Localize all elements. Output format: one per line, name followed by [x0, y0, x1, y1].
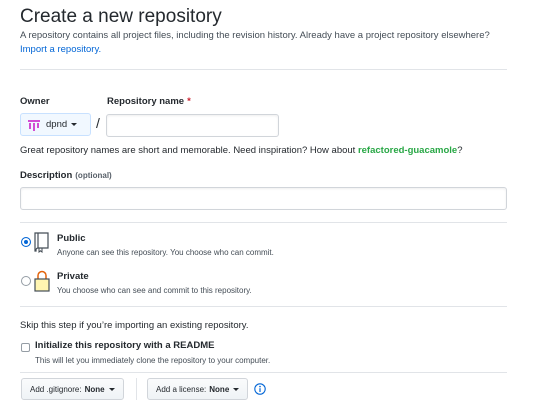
owner-avatar — [28, 119, 40, 131]
import-repository-link[interactable]: Import a repository. — [20, 44, 101, 55]
readme-label[interactable]: Initialize this repository with a README — [35, 340, 214, 351]
private-note: You choose who can see and commit to thi… — [57, 286, 252, 295]
license-value: None — [209, 384, 230, 394]
skip-step-text: Skip this step if you’re importing an ex… — [20, 320, 249, 331]
repository-name-help-text: Great repository names are short and mem… — [20, 145, 356, 156]
description-label-text: Description — [20, 170, 73, 181]
divider — [20, 69, 507, 70]
description-text: A repository contains all project files,… — [20, 30, 490, 41]
readme-note: This will let you immediately clone the … — [35, 356, 271, 365]
gitignore-value: None — [84, 384, 105, 394]
owner-repo-separator: / — [96, 115, 100, 131]
divider — [20, 372, 507, 373]
divider — [20, 306, 507, 307]
suggested-name[interactable]: refactored-guacamole — [358, 145, 457, 156]
repository-name-label: Repository name * — [107, 96, 191, 107]
repository-name-help: Great repository names are short and mem… — [20, 145, 463, 156]
readme-checkbox[interactable] — [21, 343, 30, 352]
page-description: A repository contains all project files,… — [20, 29, 500, 57]
public-radio[interactable] — [21, 237, 31, 247]
license-dropdown[interactable]: Add a license: None — [147, 378, 249, 400]
description-input[interactable] — [20, 187, 507, 210]
caret-down-icon — [71, 123, 78, 126]
required-marker: * — [187, 96, 191, 107]
optional-marker: (optional) — [75, 171, 112, 180]
lock-icon — [34, 270, 50, 292]
gitignore-label: Add .gitignore: — [30, 384, 82, 394]
info-icon[interactable] — [254, 383, 266, 395]
description-label: Description (optional) — [20, 170, 112, 181]
license-label: Add a license: — [156, 384, 207, 394]
repository-name-label-text: Repository name — [107, 96, 185, 107]
owner-name: dpnd — [46, 119, 68, 130]
private-radio[interactable] — [21, 276, 31, 286]
caret-down-icon — [108, 387, 115, 391]
repository-name-input[interactable] — [106, 114, 279, 137]
owner-label: Owner — [20, 96, 50, 107]
private-title: Private — [57, 271, 89, 282]
public-title: Public — [57, 233, 86, 244]
public-note: Anyone can see this repository. You choo… — [57, 248, 274, 257]
footer-separator — [136, 378, 137, 400]
divider — [20, 222, 507, 223]
caret-down-icon — [233, 387, 240, 391]
page-title: Create a new repository — [20, 6, 222, 27]
repo-icon — [34, 232, 49, 253]
owner-dropdown[interactable]: dpnd — [20, 113, 91, 136]
gitignore-dropdown[interactable]: Add .gitignore: None — [21, 378, 124, 400]
help-suffix: ? — [457, 145, 463, 156]
